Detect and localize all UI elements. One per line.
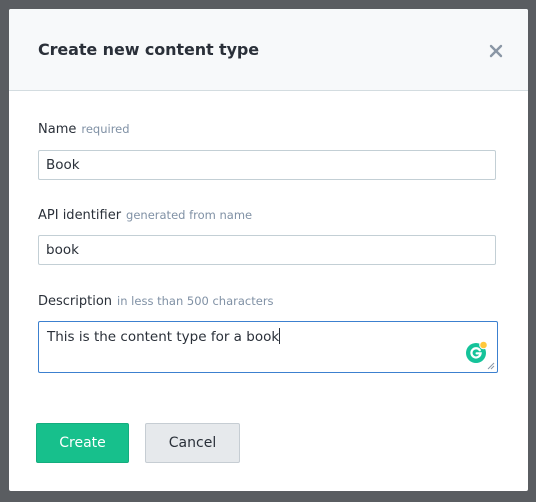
api-identifier-label: API identifier generated from name — [38, 208, 252, 223]
grammarly-icon — [466, 340, 488, 363]
text-caret — [279, 328, 281, 344]
create-content-type-dialog: Create new content type Name required Boo… — [9, 9, 528, 491]
description-label-text: Description — [38, 294, 113, 309]
description-textarea[interactable]: This is the content type for a book — [38, 321, 498, 373]
description-text: This is the content type for a book — [47, 329, 280, 345]
name-label-text: Name — [38, 122, 77, 137]
description-hint: in less than 500 characters — [117, 294, 274, 308]
api-identifier-label-text: API identifier — [38, 208, 122, 223]
resize-handle-icon[interactable] — [487, 362, 495, 370]
name-input[interactable]: Book — [38, 150, 496, 180]
name-hint: required — [81, 122, 130, 136]
dialog-title: Create new content type — [38, 40, 260, 59]
api-identifier-input[interactable]: book — [38, 235, 496, 265]
cancel-button[interactable]: Cancel — [145, 423, 240, 463]
grammarly-button[interactable] — [466, 340, 488, 363]
dialog-header: Create new content type — [9, 9, 528, 91]
description-label: Description in less than 500 characters — [38, 294, 274, 309]
api-identifier-hint: generated from name — [126, 208, 253, 222]
name-label: Name required — [38, 122, 130, 137]
close-button[interactable] — [486, 41, 506, 61]
create-button[interactable]: Create — [36, 423, 129, 463]
close-icon — [489, 44, 503, 58]
